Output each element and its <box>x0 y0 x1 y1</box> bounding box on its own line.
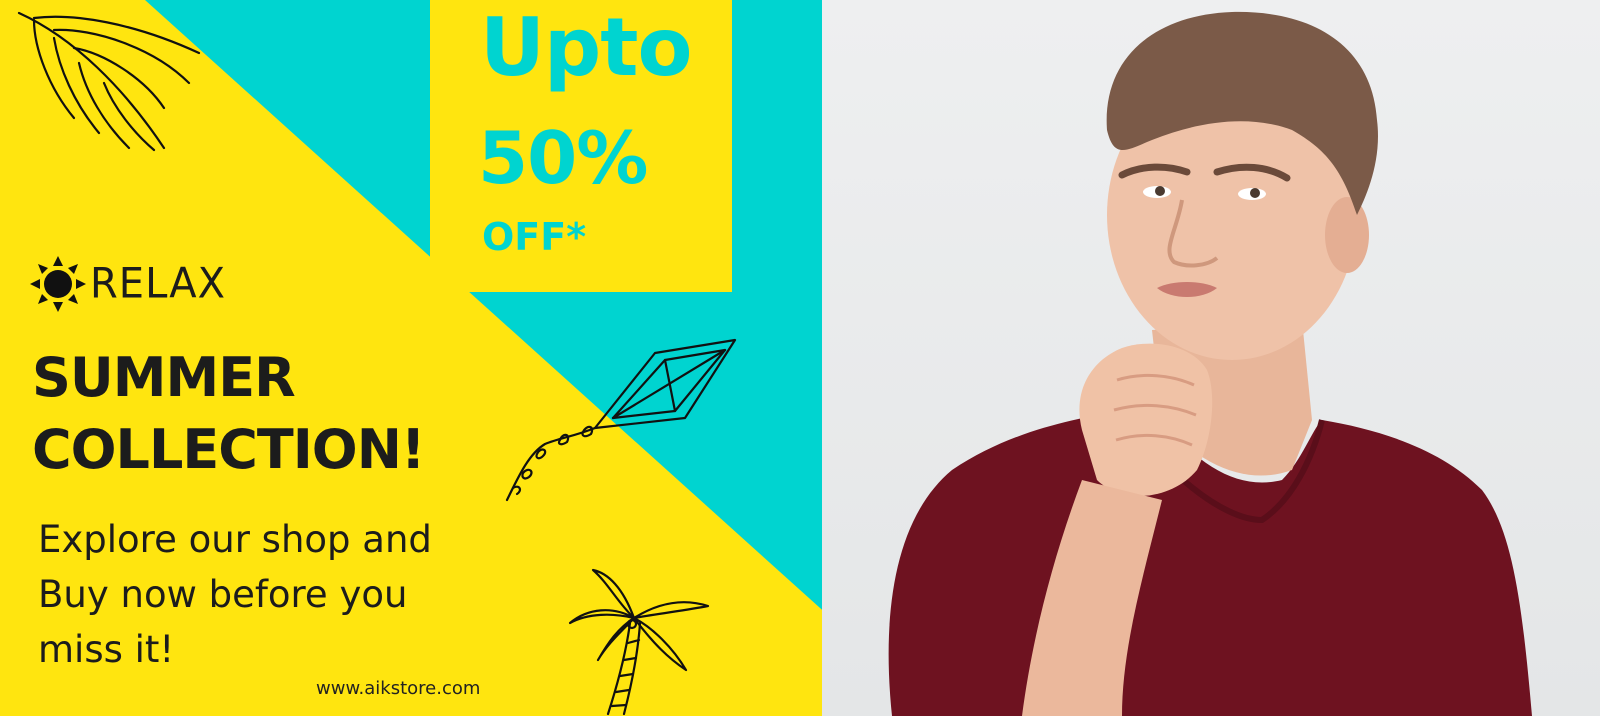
relax-label: RELAX <box>90 259 227 309</box>
palm-leaf-icon <box>17 11 201 152</box>
tagline-line-3: miss it! <box>38 628 175 671</box>
man-thinking-photo <box>822 0 1600 716</box>
headline-line-2: COLLECTION! <box>32 418 426 481</box>
headline-line-1: SUMMER <box>32 346 296 409</box>
discount-offer-box: Upto 50% OFF* <box>430 0 732 292</box>
promo-banner: Upto 50% OFF* RELAX SUMMER COLLECTION! E… <box>0 0 1600 716</box>
headline: SUMMER COLLECTION! <box>32 342 426 486</box>
sun-icon <box>30 256 86 312</box>
website-url[interactable]: www.aikstore.com <box>316 678 480 699</box>
tagline-line-1: Explore our shop and <box>38 518 432 561</box>
kite-icon <box>505 338 737 502</box>
offer-upto-text: Upto <box>480 1 692 94</box>
offer-off-text: OFF* <box>482 215 587 259</box>
tagline-line-2: Buy now before you <box>38 573 408 616</box>
tagline: Explore our shop and Buy now before you … <box>38 512 558 677</box>
offer-percent-text: 50% <box>478 116 648 200</box>
relax-brand: RELAX <box>30 256 226 312</box>
palm-tree-icon <box>568 568 710 716</box>
